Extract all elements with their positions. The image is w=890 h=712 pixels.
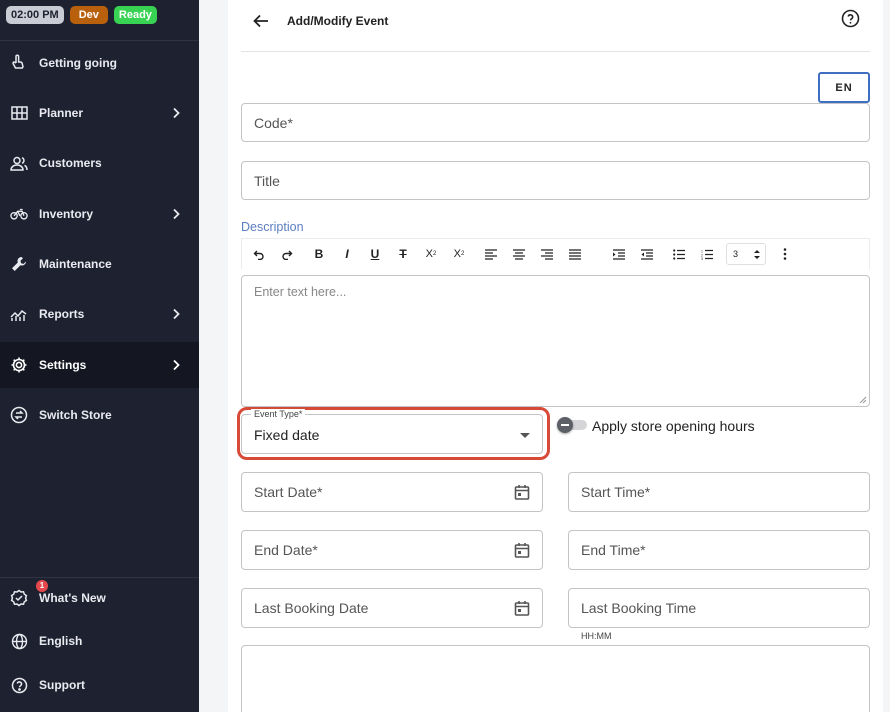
- last-booking-date-field[interactable]: Last Booking Date: [241, 588, 543, 628]
- code-field[interactable]: Code*: [241, 103, 870, 142]
- last-booking-time-field[interactable]: Last Booking Time: [568, 588, 870, 628]
- badge-check-icon: 1: [10, 580, 48, 607]
- apply-hours-toggle[interactable]: [557, 417, 588, 433]
- underline-icon[interactable]: U: [367, 246, 383, 262]
- chart-icon: [10, 305, 28, 323]
- svg-text:3: 3: [701, 257, 703, 260]
- undo-icon[interactable]: [251, 246, 267, 262]
- event-type-select[interactable]: Event Type* Fixed date: [241, 409, 543, 454]
- sidebar-item-language[interactable]: English: [0, 620, 199, 662]
- question-icon: [10, 676, 28, 694]
- dropdown-caret-icon: [520, 433, 530, 438]
- description-label: Description: [241, 220, 304, 234]
- align-left-icon[interactable]: [483, 246, 499, 262]
- calendar-icon[interactable]: [514, 484, 530, 500]
- bold-icon[interactable]: B: [311, 246, 327, 262]
- apply-hours-label: Apply store opening hours: [592, 418, 755, 434]
- users-icon: [10, 154, 28, 172]
- env-badge: Dev: [69, 6, 108, 24]
- wrench-icon: [10, 255, 28, 273]
- indent-icon[interactable]: [611, 246, 627, 262]
- hand-pointer-icon: [10, 54, 28, 72]
- sidebar-item-reports[interactable]: Reports: [0, 291, 199, 337]
- title-field[interactable]: Title: [241, 161, 870, 200]
- more-vertical-icon[interactable]: [777, 246, 793, 262]
- sidebar-item-inventory[interactable]: Inventory: [0, 191, 199, 237]
- resize-grip-icon[interactable]: [859, 396, 867, 404]
- help-icon[interactable]: [841, 9, 860, 28]
- sidebar-item-whats-new[interactable]: 1 What's New: [0, 577, 199, 619]
- chevron-right-icon: [173, 359, 180, 371]
- grid-icon: [10, 104, 28, 122]
- additional-text-field[interactable]: [241, 645, 870, 712]
- subscript-icon[interactable]: X2: [423, 246, 439, 262]
- sidebar-item-settings[interactable]: Settings: [0, 342, 199, 388]
- calendar-icon[interactable]: [514, 600, 530, 616]
- superscript-icon[interactable]: X2: [451, 246, 467, 262]
- calendar-icon[interactable]: [514, 542, 530, 558]
- sidebar-item-planner[interactable]: Planner: [0, 90, 199, 136]
- editor-toolbar: B I U T X2 X2 123 3: [241, 238, 870, 269]
- chevron-right-icon: [173, 208, 180, 220]
- sidebar-item-support[interactable]: Support: [0, 664, 199, 706]
- globe-icon: [10, 632, 28, 650]
- header-divider: [241, 51, 870, 52]
- language-toggle-button[interactable]: EN: [818, 72, 870, 103]
- italic-icon[interactable]: I: [339, 246, 355, 262]
- align-right-icon[interactable]: [539, 246, 555, 262]
- redo-icon[interactable]: [279, 246, 295, 262]
- start-date-field[interactable]: Start Date*: [241, 472, 543, 512]
- bicycle-icon: [10, 205, 28, 223]
- time-format-hint: HH:MM: [581, 631, 612, 641]
- numbered-list-icon[interactable]: 123: [699, 246, 715, 262]
- description-editor[interactable]: Enter text here...: [241, 275, 870, 407]
- end-date-field[interactable]: End Date*: [241, 530, 543, 570]
- sidebar-item-getting-going[interactable]: Getting going: [0, 40, 199, 86]
- page-title: Add/Modify Event: [287, 14, 389, 28]
- up-down-icon: [754, 250, 760, 259]
- strikethrough-icon[interactable]: T: [395, 246, 411, 262]
- align-justify-icon[interactable]: [567, 246, 583, 262]
- outdent-icon[interactable]: [639, 246, 655, 262]
- time-badge: 02:00 PM: [6, 6, 64, 24]
- back-arrow-icon[interactable]: [252, 12, 270, 30]
- sidebar: 02:00 PM Dev Ready Getting going Planner…: [0, 0, 199, 712]
- end-time-field[interactable]: End Time*: [568, 530, 870, 570]
- chevron-right-icon: [173, 308, 180, 320]
- sidebar-item-switch-store[interactable]: Switch Store: [0, 392, 199, 438]
- heading-level-select[interactable]: 3: [726, 243, 766, 265]
- start-time-field[interactable]: Start Time*: [568, 472, 870, 512]
- switch-icon: [10, 406, 28, 424]
- align-center-icon[interactable]: [511, 246, 527, 262]
- ready-badge: Ready: [113, 6, 157, 24]
- sidebar-item-maintenance[interactable]: Maintenance: [0, 241, 199, 287]
- chevron-right-icon: [173, 107, 180, 119]
- sidebar-item-customers[interactable]: Customers: [0, 140, 199, 186]
- bullet-list-icon[interactable]: [671, 246, 687, 262]
- status-badges: 02:00 PM Dev Ready: [6, 6, 157, 24]
- gear-icon: [10, 356, 28, 374]
- event-form-panel: Add/Modify Event EN Code* Title Descript…: [228, 0, 883, 712]
